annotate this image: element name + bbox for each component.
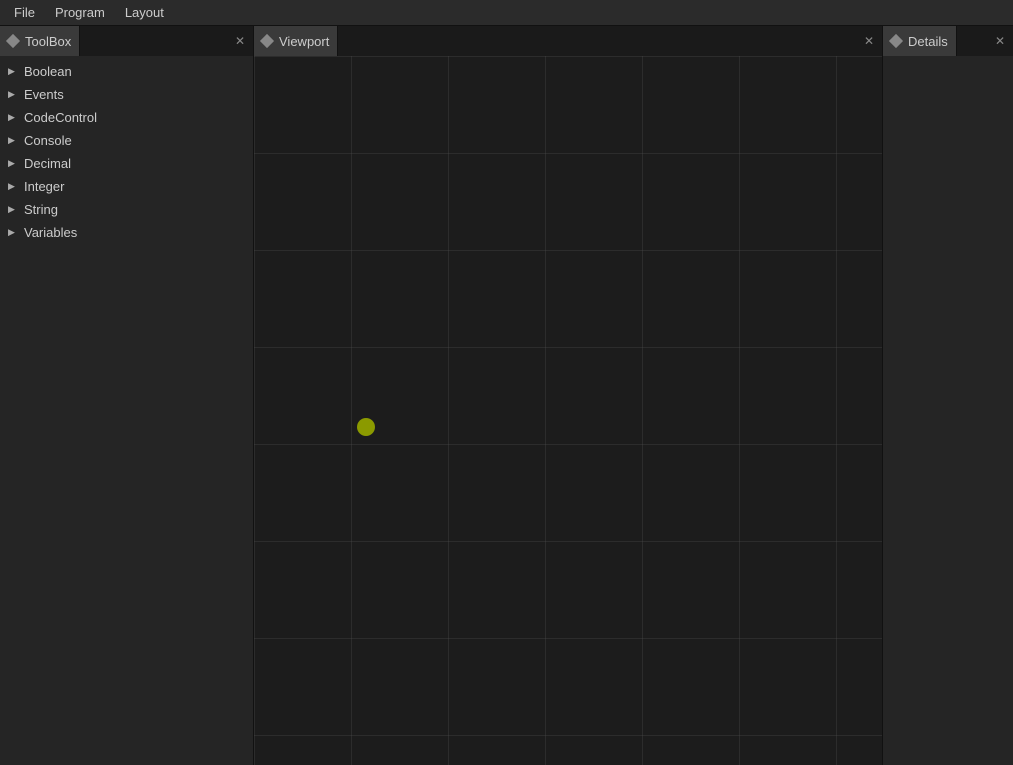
menu-program[interactable]: Program [45, 3, 115, 22]
integer-expand-arrow: ▶ [8, 181, 18, 192]
viewport-close-button[interactable]: ✕ [860, 32, 878, 50]
toolbox-item-decimal-label: Decimal [24, 156, 71, 171]
toolbox-item-boolean[interactable]: ▶ Boolean [0, 60, 253, 83]
decimal-expand-arrow: ▶ [8, 158, 18, 169]
cursor-indicator [357, 418, 375, 436]
codecontrol-expand-arrow: ▶ [8, 112, 18, 123]
toolbox-item-console[interactable]: ▶ Console [0, 129, 253, 152]
toolbox-item-boolean-label: Boolean [24, 64, 72, 79]
toolbox-item-codecontrol-label: CodeControl [24, 110, 97, 125]
viewport-grid[interactable] [254, 56, 882, 765]
toolbox-item-string[interactable]: ▶ String [0, 198, 253, 221]
details-diamond-icon [889, 34, 903, 48]
toolbox-item-integer[interactable]: ▶ Integer [0, 175, 253, 198]
toolbox-tab[interactable]: ToolBox [0, 26, 80, 56]
viewport-diamond-icon [260, 34, 274, 48]
details-tab-label: Details [908, 34, 948, 49]
details-panel: Details ✕ [883, 26, 1013, 765]
details-content [883, 56, 1013, 765]
toolbox-item-variables[interactable]: ▶ Variables [0, 221, 253, 244]
details-close-button[interactable]: ✕ [991, 32, 1009, 50]
console-expand-arrow: ▶ [8, 135, 18, 146]
string-expand-arrow: ▶ [8, 204, 18, 215]
toolbox-item-variables-label: Variables [24, 225, 77, 240]
toolbox-item-codecontrol[interactable]: ▶ CodeControl [0, 106, 253, 129]
toolbox-item-events[interactable]: ▶ Events [0, 83, 253, 106]
toolbox-close-button[interactable]: ✕ [231, 32, 249, 50]
viewport-content[interactable] [254, 56, 882, 765]
toolbox-item-console-label: Console [24, 133, 72, 148]
toolbox-diamond-icon [6, 34, 20, 48]
viewport-tab-bar: Viewport ✕ [254, 26, 882, 56]
toolbox-item-events-label: Events [24, 87, 64, 102]
toolbox-panel: ToolBox ✕ ▶ Boolean ▶ Events ▶ CodeContr… [0, 26, 254, 765]
main-layout: ToolBox ✕ ▶ Boolean ▶ Events ▶ CodeContr… [0, 26, 1013, 765]
menu-layout[interactable]: Layout [115, 3, 174, 22]
details-tab-bar: Details ✕ [883, 26, 1013, 56]
toolbox-tab-bar: ToolBox ✕ [0, 26, 253, 56]
toolbox-item-integer-label: Integer [24, 179, 64, 194]
menu-bar: File Program Layout [0, 0, 1013, 26]
boolean-expand-arrow: ▶ [8, 66, 18, 77]
viewport-tab-label: Viewport [279, 34, 329, 49]
viewport-panel: Viewport ✕ [254, 26, 883, 765]
toolbox-item-string-label: String [24, 202, 58, 217]
variables-expand-arrow: ▶ [8, 227, 18, 238]
events-expand-arrow: ▶ [8, 89, 18, 100]
menu-file[interactable]: File [4, 3, 45, 22]
details-tab[interactable]: Details [883, 26, 957, 56]
toolbox-tab-label: ToolBox [25, 34, 71, 49]
viewport-tab[interactable]: Viewport [254, 26, 338, 56]
toolbox-content: ▶ Boolean ▶ Events ▶ CodeControl ▶ Conso… [0, 56, 253, 765]
toolbox-item-decimal[interactable]: ▶ Decimal [0, 152, 253, 175]
